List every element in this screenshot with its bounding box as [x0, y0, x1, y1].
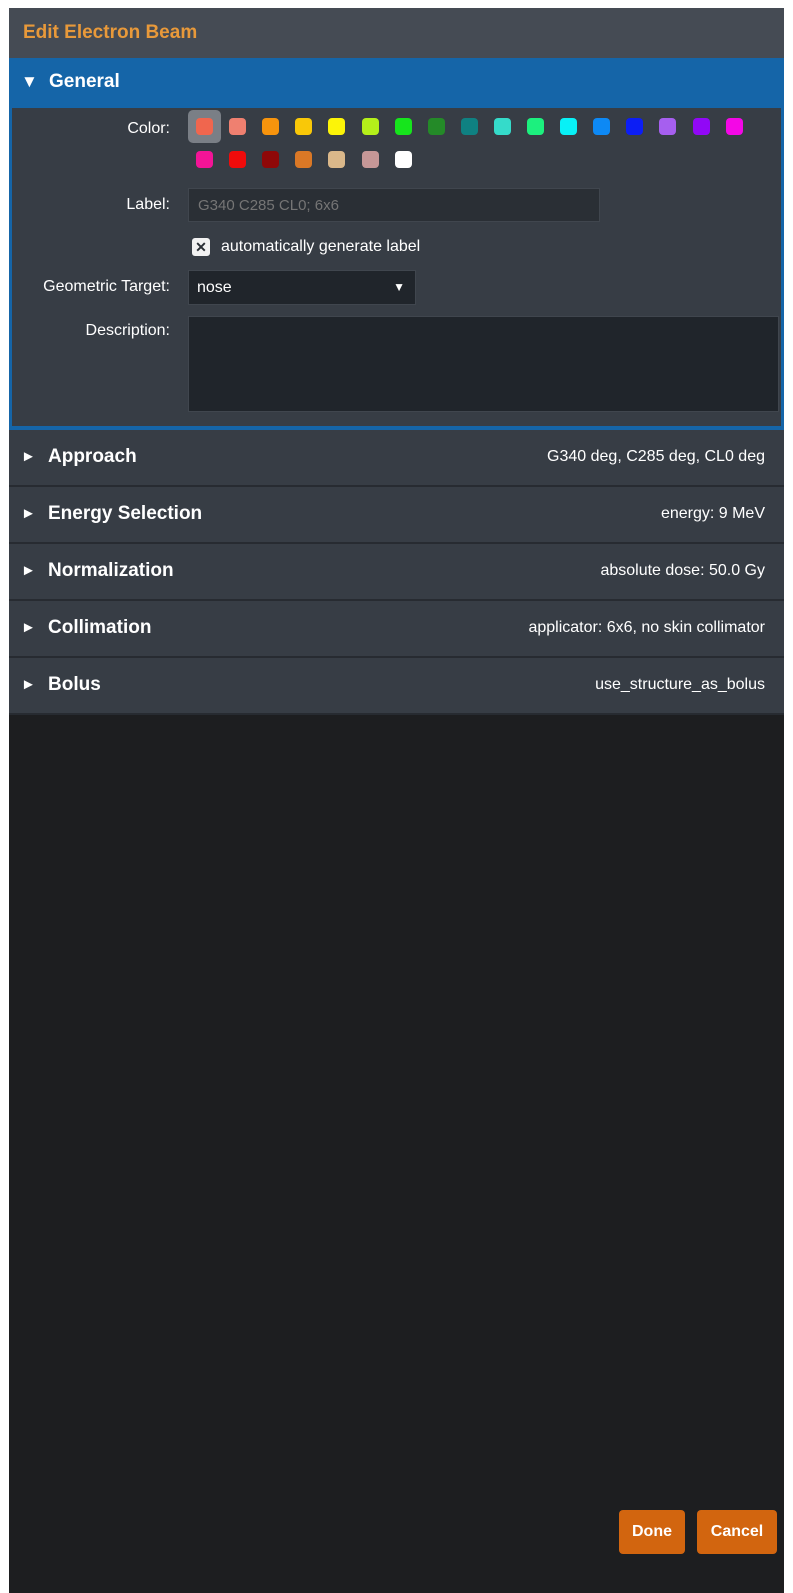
section-summary: applicator: 6x6, no skin collimator	[528, 619, 765, 636]
section-summary: use_structure_as_bolus	[595, 676, 765, 693]
geometric-target-label: Geometric Target:	[43, 278, 170, 295]
edit-beam-panel: Edit Electron Beam ▼ General Color: Labe…	[9, 8, 784, 1593]
section-approach[interactable]: ► Approach G340 deg, C285 deg, CL0 deg	[9, 430, 784, 487]
color-swatch[interactable]	[295, 151, 313, 168]
section-summary: G340 deg, C285 deg, CL0 deg	[547, 448, 765, 465]
geometric-target-select[interactable]: nose ▼	[188, 270, 416, 305]
section-energy-selection[interactable]: ► Energy Selection energy: 9 MeV	[9, 487, 784, 544]
chevron-down-icon: ▼	[393, 280, 405, 294]
label-field-label: Label:	[126, 196, 170, 213]
triangle-right-icon: ►	[21, 562, 36, 579]
color-swatch[interactable]	[328, 151, 346, 168]
color-swatch[interactable]	[427, 118, 445, 135]
color-swatch[interactable]	[196, 118, 213, 135]
general-section: ▼ General Color: Label: ✕ automatically …	[9, 58, 784, 432]
geometric-target-value: nose	[197, 279, 232, 296]
section-summary: absolute dose: 50.0 Gy	[600, 562, 765, 579]
triangle-right-icon: ►	[21, 619, 36, 636]
general-section-header[interactable]: ▼ General	[9, 58, 784, 108]
color-swatch[interactable]	[262, 151, 280, 168]
description-textarea[interactable]	[188, 316, 779, 412]
color-swatch[interactable]	[493, 118, 511, 135]
color-swatch[interactable]	[361, 151, 379, 168]
triangle-down-icon: ▼	[21, 72, 38, 91]
section-bolus[interactable]: ► Bolus use_structure_as_bolus	[9, 658, 784, 715]
section-title: Approach	[48, 446, 137, 467]
color-swatch[interactable]	[560, 118, 578, 135]
color-swatch[interactable]	[328, 118, 346, 135]
general-section-title: General	[49, 71, 120, 92]
triangle-right-icon: ►	[21, 676, 36, 693]
color-swatch[interactable]	[692, 118, 710, 135]
color-swatch[interactable]	[626, 118, 644, 135]
triangle-right-icon: ►	[21, 448, 36, 465]
section-title: Normalization	[48, 560, 174, 581]
auto-label-text: automatically generate label	[221, 238, 421, 255]
panel-title: Edit Electron Beam	[23, 22, 198, 43]
description-label: Description:	[85, 322, 170, 339]
general-section-body: Color: Label: ✕ automatically generate l…	[9, 108, 784, 432]
color-swatch[interactable]	[262, 118, 280, 135]
color-swatch[interactable]	[295, 118, 313, 135]
color-swatch[interactable]	[460, 118, 478, 135]
section-title: Collimation	[48, 617, 152, 638]
color-swatch[interactable]	[725, 118, 743, 135]
color-swatch[interactable]	[196, 151, 213, 168]
auto-label-checkbox[interactable]: ✕	[192, 238, 210, 256]
section-title: Bolus	[48, 674, 101, 695]
color-swatch[interactable]	[361, 118, 379, 135]
cancel-button[interactable]: Cancel	[697, 1510, 777, 1554]
triangle-right-icon: ►	[21, 505, 36, 522]
section-title: Energy Selection	[48, 503, 203, 524]
done-button[interactable]: Done	[619, 1510, 685, 1554]
color-swatch[interactable]	[229, 151, 247, 168]
color-swatch[interactable]	[229, 118, 247, 135]
color-swatch[interactable]	[394, 118, 412, 135]
color-swatch[interactable]	[394, 151, 412, 168]
title-bar: Edit Electron Beam	[9, 8, 784, 59]
color-swatch[interactable]	[659, 118, 677, 135]
label-input[interactable]	[188, 188, 600, 222]
section-collimation[interactable]: ► Collimation applicator: 6x6, no skin c…	[9, 601, 784, 658]
section-normalization[interactable]: ► Normalization absolute dose: 50.0 Gy	[9, 544, 784, 601]
color-label: Color:	[127, 120, 170, 137]
color-swatch[interactable]	[593, 118, 611, 135]
section-summary: energy: 9 MeV	[660, 505, 765, 522]
color-swatch[interactable]	[527, 118, 544, 135]
